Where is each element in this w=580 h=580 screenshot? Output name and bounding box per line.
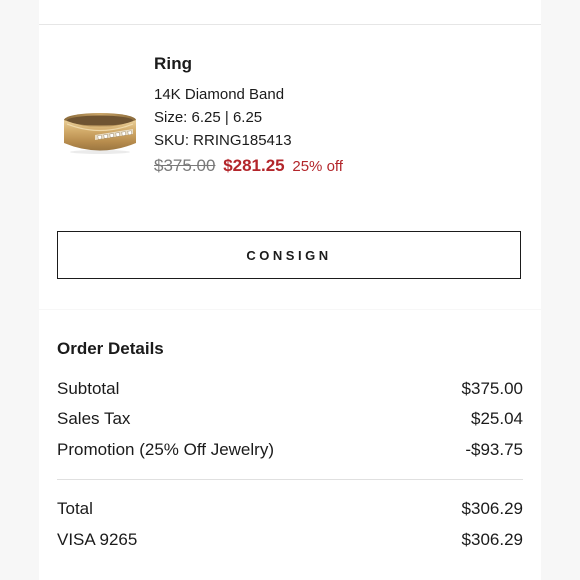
total-value: $306.29 <box>461 499 523 518</box>
payment-amount: $306.29 <box>461 530 523 549</box>
sale-price: $281.25 <box>223 156 285 175</box>
promotion-value: -$93.75 <box>465 440 523 459</box>
order-details-card: Order Details Subtotal $375.00 Sales Tax… <box>39 310 541 580</box>
ring-product-image <box>64 113 136 154</box>
product-card: Ring 14K Diamond Band Size: 6.25 | 6.25 … <box>39 0 541 309</box>
subtotal-label: Subtotal <box>57 379 120 398</box>
payment-row: VISA 9265 $306.29 <box>57 530 523 550</box>
order-summary-page: Ring 14K Diamond Band Size: 6.25 | 6.25 … <box>0 0 580 580</box>
price-line: $375.00 $281.25 25% off <box>154 154 343 179</box>
product-name: Ring <box>154 54 193 73</box>
total-label: Total <box>57 499 93 518</box>
promotion-row: Promotion (25% Off Jewelry) -$93.75 <box>57 440 523 460</box>
payment-method-label: VISA 9265 <box>57 530 138 549</box>
product-sku: SKU: RRING185413 <box>154 132 292 149</box>
divider <box>57 479 523 480</box>
discount-badge: 25% off <box>292 158 343 175</box>
sales-tax-row: Sales Tax $25.04 <box>57 409 523 429</box>
consign-button[interactable]: CONSIGN <box>57 231 521 279</box>
sales-tax-label: Sales Tax <box>57 409 131 428</box>
order-details-title: Order Details <box>57 339 164 358</box>
product-size: Size: 6.25 | 6.25 <box>154 109 263 126</box>
promotion-label: Promotion (25% Off Jewelry) <box>57 440 274 459</box>
original-price: $375.00 <box>154 156 216 175</box>
divider <box>39 24 541 25</box>
product-description: 14K Diamond Band <box>154 86 285 103</box>
sales-tax-value: $25.04 <box>471 409 523 428</box>
product-info: Ring 14K Diamond Band Size: 6.25 | 6.25 … <box>154 54 343 179</box>
subtotal-value: $375.00 <box>461 379 523 398</box>
total-row: Total $306.29 <box>57 499 523 519</box>
subtotal-row: Subtotal $375.00 <box>57 379 523 399</box>
